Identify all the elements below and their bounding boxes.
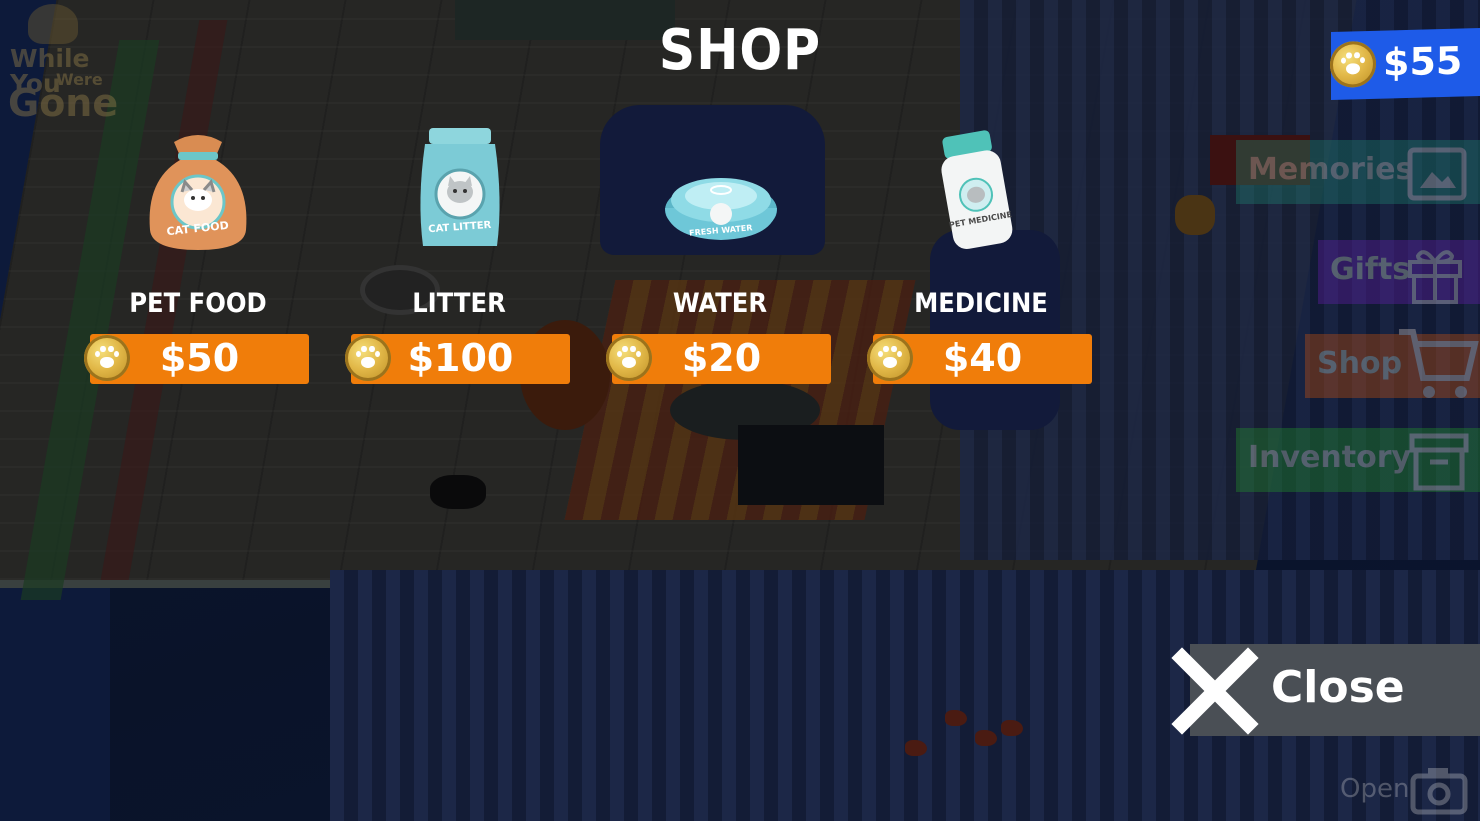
shop-item-medicine: PET MEDICINE MEDICINE $40 bbox=[867, 120, 1093, 420]
item-price: $20 bbox=[681, 336, 762, 380]
item-name: LITTER bbox=[412, 288, 506, 319]
menu-inventory-button[interactable]: Inventory bbox=[1236, 428, 1480, 492]
buy-water-button[interactable]: $20 bbox=[606, 334, 831, 384]
tv bbox=[738, 425, 884, 505]
item-price: $40 bbox=[942, 336, 1023, 380]
water-bowl-icon: FRESH WATER bbox=[665, 178, 777, 240]
shop-item-pet-food: CAT FOOD PET FOOD $50 bbox=[84, 120, 310, 420]
buy-pet-food-button[interactable]: $50 bbox=[84, 334, 309, 384]
logo-line-3: Gone bbox=[8, 81, 119, 125]
open-camera-button[interactable]: Open bbox=[1338, 760, 1480, 820]
picture-icon bbox=[1407, 147, 1467, 201]
menu-inventory-label: Inventory bbox=[1248, 440, 1412, 475]
cat-litter-bag-icon: CAT LITTER bbox=[420, 128, 500, 246]
shop-item-litter: CAT LITTER LITTER $100 bbox=[345, 120, 571, 420]
gift-icon bbox=[1408, 250, 1462, 304]
archive-box-icon bbox=[1409, 433, 1469, 491]
item-name: WATER bbox=[672, 288, 768, 319]
shop-title: SHOP bbox=[658, 18, 822, 83]
camera-icon bbox=[1410, 768, 1468, 815]
cat-food-bag-icon: CAT FOOD bbox=[149, 135, 247, 250]
medicine-bottle-icon: PET MEDICINE bbox=[941, 130, 1013, 249]
open-camera-label: Open bbox=[1340, 774, 1410, 804]
slippers bbox=[1175, 195, 1215, 235]
item-price: $50 bbox=[159, 336, 240, 380]
item-name: MEDICINE bbox=[914, 288, 1048, 319]
menu-shop-label: Shop bbox=[1317, 346, 1403, 381]
close-shop-button[interactable]: Close bbox=[1170, 644, 1480, 736]
menu-memories-button[interactable]: Memories bbox=[1236, 140, 1480, 204]
paw-coin-icon bbox=[1330, 40, 1376, 88]
buy-medicine-button[interactable]: $40 bbox=[867, 334, 1092, 384]
item-name: PET FOOD bbox=[129, 288, 267, 319]
shop-item-water: FRESH WATER WATER $20 bbox=[606, 120, 832, 420]
buy-litter-button[interactable]: $100 bbox=[345, 334, 570, 384]
menu-shop-button[interactable]: Shop bbox=[1305, 329, 1480, 398]
menu-memories-label: Memories bbox=[1248, 152, 1414, 187]
cat bbox=[430, 475, 486, 509]
close-label: Close bbox=[1271, 662, 1405, 713]
menu-gifts-button[interactable]: Gifts bbox=[1318, 240, 1480, 304]
wallet-display: $55 bbox=[1330, 28, 1480, 100]
item-price: $100 bbox=[407, 336, 514, 380]
close-x-icon bbox=[1171, 647, 1259, 735]
scattered-debris bbox=[905, 710, 1025, 770]
cart-icon bbox=[1399, 329, 1479, 398]
menu-gifts-label: Gifts bbox=[1330, 252, 1411, 287]
wallet-amount: $55 bbox=[1383, 38, 1463, 85]
